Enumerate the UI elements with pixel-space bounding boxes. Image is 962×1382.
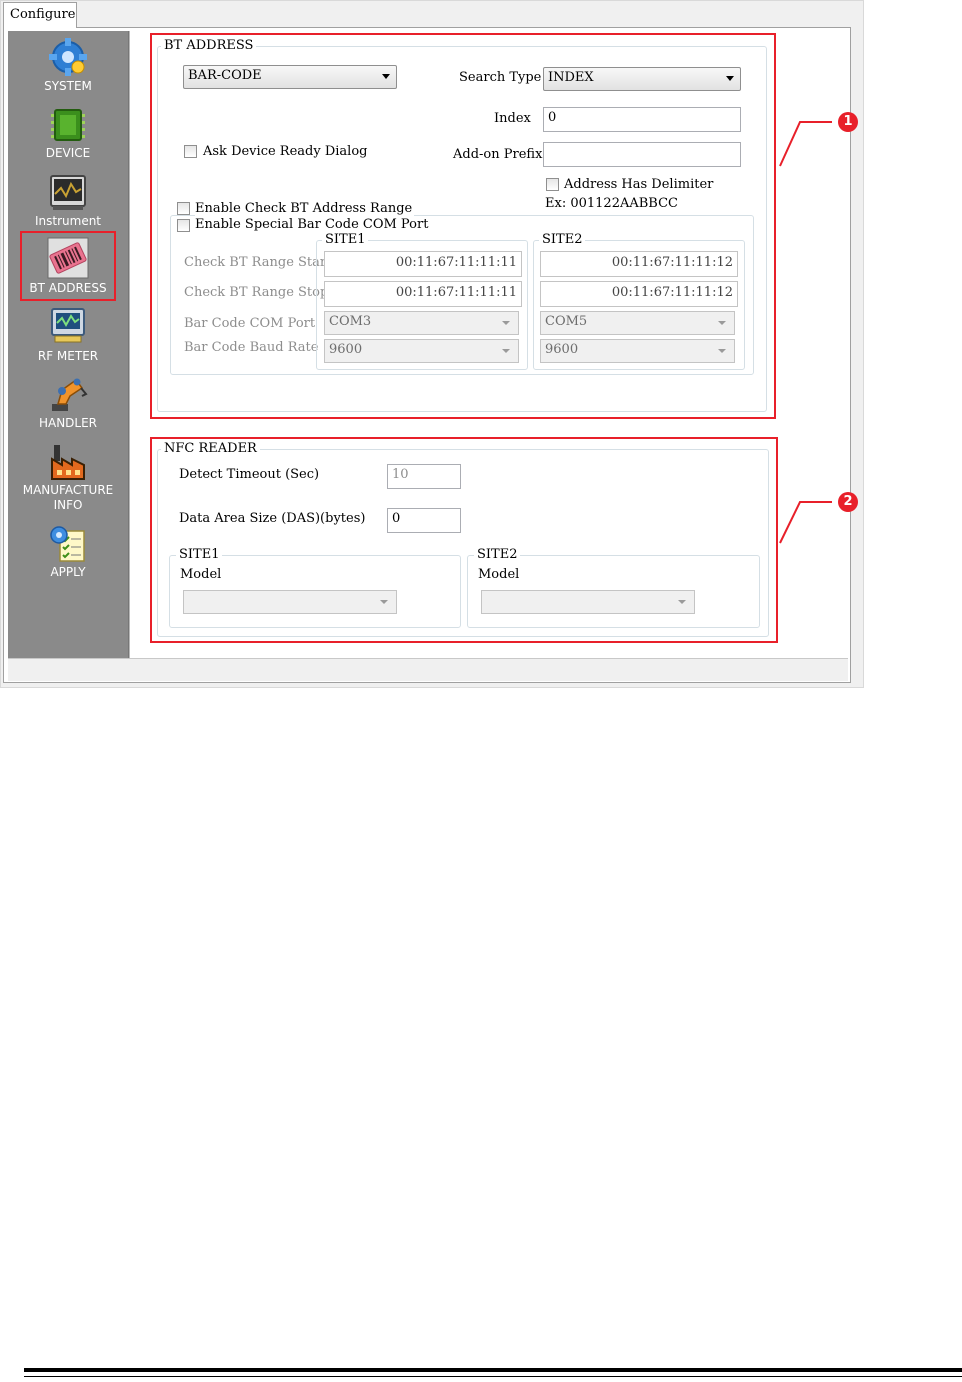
ask-device-ready-label: Ask Device Ready Dialog (203, 144, 368, 159)
callout-badge-2: 2 (838, 492, 858, 512)
index-label: Index (494, 111, 531, 126)
range-start-label: Check BT Range Start (184, 255, 332, 270)
chevron-down-icon (502, 349, 510, 353)
oscilloscope-icon (50, 175, 86, 210)
delimiter-example-text: Ex: 001122AABBCC (545, 196, 678, 211)
callout-badge-1: 1 (838, 112, 858, 132)
sidebar-item-bt-address[interactable]: BT ADDRESS (8, 237, 128, 296)
site1-com-port-select[interactable]: COM3 (324, 311, 519, 335)
site2-com-port-select[interactable]: COM5 (540, 311, 735, 335)
chevron-down-icon (718, 349, 726, 353)
address-has-delimiter-checkbox[interactable] (546, 178, 559, 191)
sidebar: SYSTEM DEVICE Instrument BT ADDRESS RF M… (8, 31, 129, 658)
enable-special-com-label: Enable Special Bar Code COM Port (195, 217, 431, 232)
site2-baud-rate-select[interactable]: 9600 (540, 339, 735, 363)
sidebar-item-label: SYSTEM (44, 79, 92, 93)
tab-configure[interactable]: Configure (3, 2, 77, 28)
chevron-down-icon (382, 74, 390, 79)
footer-rule-thin (24, 1376, 962, 1377)
search-type-select-value: INDEX (548, 70, 594, 85)
search-type-label: Search Type (459, 70, 542, 85)
enable-check-range-label: Enable Check BT Address Range (195, 201, 415, 216)
sidebar-item-label: INFO (53, 498, 83, 512)
site1-range-start-input[interactable]: 00:11:67:11:11:11 (324, 251, 522, 277)
data-area-size-label: Data Area Size (DAS)(bytes) (179, 511, 366, 526)
robot-arm-icon (52, 378, 88, 411)
sidebar-item-manufacture-info[interactable]: MANUFACTURE INFO (8, 441, 128, 513)
site1-range-stop-input[interactable]: 00:11:67:11:11:11 (324, 281, 522, 307)
site1-baud-rate-select[interactable]: 9600 (324, 339, 519, 363)
site1-baud-rate-value: 9600 (329, 342, 363, 357)
addon-prefix-input[interactable] (543, 142, 741, 167)
sidebar-item-rf-meter[interactable]: RF METER (8, 307, 128, 364)
nfc-site2-model-label: Model (478, 567, 520, 582)
chevron-down-icon (678, 600, 686, 604)
index-input[interactable]: 0 (543, 107, 741, 132)
data-area-size-input[interactable]: 0 (387, 508, 461, 533)
baud-rate-label: Bar Code Baud Rate (184, 340, 319, 355)
sidebar-item-label: APPLY (50, 565, 86, 579)
nfc-site2-model-select[interactable] (481, 590, 695, 614)
range-stop-label: Check BT Range Stop (184, 285, 329, 300)
nfc-site1-model-select[interactable] (183, 590, 397, 614)
chevron-down-icon (380, 600, 388, 604)
detect-timeout-input[interactable]: 10 (387, 464, 461, 489)
nfc-site1-title: SITE1 (176, 548, 223, 562)
sidebar-item-label: RF METER (37, 349, 99, 363)
gear-icon (49, 38, 87, 76)
enable-check-range-checkbox[interactable] (177, 202, 190, 215)
sidebar-item-system[interactable]: SYSTEM (8, 37, 128, 94)
nfc-site1-model-label: Model (180, 567, 222, 582)
callout-lines (779, 121, 832, 544)
com-port-label: Bar Code COM Port (184, 316, 316, 331)
nfc-site2-title: SITE2 (474, 548, 521, 562)
footer-rule-thick (24, 1368, 962, 1372)
addon-prefix-label: Add-on Prefix (453, 147, 543, 162)
chevron-down-icon (718, 321, 726, 325)
address-has-delimiter-label: Address Has Delimiter (564, 177, 714, 192)
sidebar-item-label: DEVICE (45, 146, 91, 160)
barcode-icon (47, 237, 89, 279)
rf-meter-icon (51, 308, 85, 343)
callout-line-1 (779, 121, 832, 167)
bt-source-select-value: BAR-CODE (188, 68, 262, 83)
sidebar-item-label: HANDLER (38, 416, 98, 430)
chevron-down-icon (502, 321, 510, 325)
site2-com-port-value: COM5 (545, 314, 588, 329)
search-type-select[interactable]: INDEX (543, 67, 741, 91)
bt-source-select[interactable]: BAR-CODE (183, 65, 397, 89)
site2-range-stop-input[interactable]: 00:11:67:11:11:12 (540, 281, 738, 307)
chevron-down-icon (726, 76, 734, 81)
nfc-reader-title: NFC READER (161, 442, 260, 456)
bt-site2-title: SITE2 (539, 233, 586, 247)
site2-range-start-input[interactable]: 00:11:67:11:11:12 (540, 251, 738, 277)
factory-icon (51, 445, 85, 480)
sidebar-item-handler[interactable]: HANDLER (8, 374, 128, 431)
ask-device-ready-checkbox[interactable] (184, 145, 197, 158)
site2-baud-rate-value: 9600 (545, 342, 579, 357)
callout-line-2 (779, 501, 832, 544)
sidebar-item-label: MANUFACTURE (22, 483, 114, 497)
sidebar-item-label: Instrument (34, 214, 102, 228)
apply-icon (50, 526, 85, 562)
sidebar-item-instrument[interactable]: Instrument (8, 174, 128, 229)
site1-com-port-value: COM3 (329, 314, 372, 329)
detect-timeout-label: Detect Timeout (Sec) (179, 467, 320, 482)
bt-site1-title: SITE1 (322, 233, 369, 247)
sidebar-item-apply[interactable]: APPLY (8, 525, 128, 580)
sidebar-item-label: BT ADDRESS (29, 281, 107, 295)
sidebar-item-device[interactable]: DEVICE (8, 106, 128, 161)
chip-icon (51, 109, 85, 141)
enable-special-com-checkbox[interactable] (177, 219, 190, 232)
bt-address-title: BT ADDRESS (161, 39, 257, 53)
status-bar (8, 658, 848, 681)
